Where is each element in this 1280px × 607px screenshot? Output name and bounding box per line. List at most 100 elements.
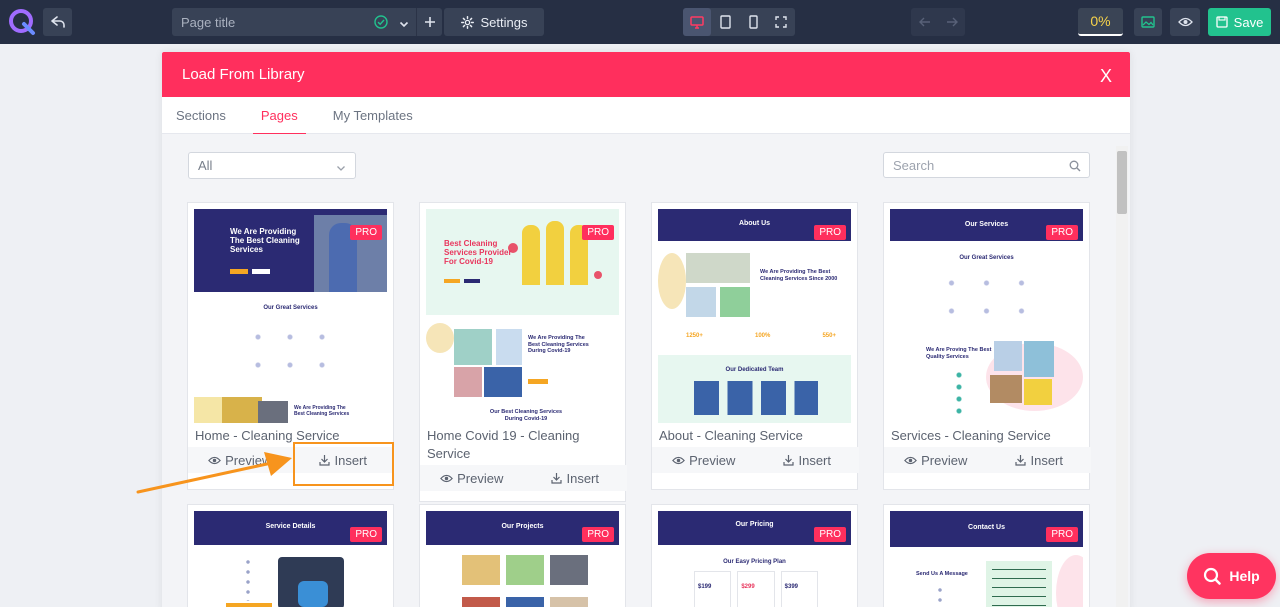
thumbnail-section-title: We Are Providing The Best Cleaning Servi… — [528, 335, 589, 354]
pro-badge: PRO — [582, 527, 614, 542]
thumbnail-section2-title: We Are Proving The Best Quality Services — [926, 347, 992, 360]
thumbnail-pricing: $199 $299 $399 — [694, 571, 818, 607]
add-page-button[interactable] — [416, 8, 442, 36]
template-name: About - Cleaning Service — [659, 428, 803, 443]
tab-my-templates[interactable]: My Templates — [325, 97, 421, 134]
undo-arrow-icon[interactable] — [911, 8, 938, 36]
library-modal: Load From Library X Sections Pages My Te… — [162, 52, 1130, 607]
fullscreen-icon[interactable] — [767, 8, 795, 36]
scrollbar-thumb[interactable] — [1117, 151, 1127, 214]
modal-title: Load From Library — [182, 66, 305, 83]
tab-sections[interactable]: Sections — [168, 97, 234, 134]
template-thumbnail[interactable]: About Us PRO We Are Providing The Best C… — [658, 209, 851, 423]
save-label: Save — [1233, 14, 1264, 30]
template-search-field[interactable] — [883, 152, 1090, 178]
insert-button[interactable]: Insert — [988, 447, 1092, 473]
preview-eye-icon[interactable] — [1170, 8, 1200, 36]
template-name: Services - Cleaning Service — [891, 428, 1051, 443]
eye-icon — [904, 456, 918, 464]
image-icon[interactable] — [1134, 8, 1162, 36]
highlight-box — [293, 442, 394, 486]
thumbnail-price: $199 — [694, 571, 732, 607]
template-thumbnail[interactable]: Our Pricing PRO Our Easy Pricing Plan $1… — [658, 511, 851, 607]
template-thumbnail[interactable]: Our Services PRO Our Great Services We A… — [890, 209, 1083, 423]
tab-pages[interactable]: Pages — [252, 97, 306, 135]
preview-button[interactable]: Preview — [884, 447, 988, 473]
back-icon[interactable] — [43, 8, 72, 36]
close-icon[interactable]: X — [1100, 66, 1112, 87]
top-toolbar: Settings 0% Save — [0, 0, 1280, 44]
pro-badge: PRO — [1046, 225, 1078, 240]
thumbnail-hero-title: We Are Providing The Best Cleaning Servi… — [230, 227, 300, 254]
insert-label: Insert — [798, 452, 831, 468]
chevron-down-icon[interactable] — [399, 16, 409, 34]
template-thumbnail[interactable]: Best Cleaning Services Provider For Covi… — [426, 209, 619, 423]
app-logo-icon[interactable] — [8, 8, 36, 36]
pro-badge: PRO — [814, 527, 846, 542]
search-icon — [1069, 159, 1081, 177]
template-card: Service Details PRO — [187, 504, 394, 607]
template-card: Contact Us PRO Send Us A Message — [883, 504, 1090, 607]
download-icon — [551, 473, 563, 484]
tablet-icon[interactable] — [711, 8, 739, 36]
redo-arrow-icon[interactable] — [938, 8, 965, 36]
pro-badge: PRO — [350, 225, 382, 240]
plus-icon — [424, 17, 435, 27]
history-buttons — [911, 8, 965, 36]
category-filter-select[interactable]: All — [188, 152, 356, 179]
library-tabs: Sections Pages My Templates — [162, 97, 1130, 135]
template-thumbnail[interactable]: Our Projects PRO — [426, 511, 619, 607]
scrollbar[interactable] — [1116, 146, 1128, 607]
search-input[interactable] — [884, 153, 1089, 177]
thumbnail-section-title: Our Easy Pricing Plan — [723, 559, 786, 565]
thumbnail-section-title: Our Great Services — [959, 255, 1014, 261]
help-button[interactable]: Help — [1187, 553, 1276, 599]
page-title-field[interactable] — [172, 8, 416, 36]
template-thumbnail[interactable]: Contact Us PRO Send Us A Message — [890, 511, 1083, 607]
thumbnail-stat: 550+ — [822, 333, 836, 339]
settings-button[interactable]: Settings — [444, 8, 544, 36]
desktop-icon[interactable] — [683, 8, 711, 36]
card-actions: Preview Insert — [884, 447, 1091, 473]
preview-label: Preview — [457, 470, 504, 486]
template-card: Best Cleaning Services Provider For Covi… — [419, 202, 627, 502]
thumbnail-section2-title: We Are Providing The Best Cleaning Servi… — [294, 405, 350, 417]
thumbnail-price: $399 — [780, 571, 818, 607]
library-grid-area: All We Are Providing The Best Cleaning S… — [162, 134, 1130, 607]
preview-button[interactable]: Preview — [652, 447, 756, 473]
download-icon — [783, 455, 795, 466]
insert-button[interactable]: Insert — [524, 465, 628, 491]
check-circle-icon — [374, 15, 388, 34]
progress-indicator: 0% — [1078, 8, 1123, 36]
thumbnail-price: $299 — [737, 571, 775, 607]
card-actions: Preview Insert — [420, 465, 627, 491]
template-card: About Us PRO We Are Providing The Best C… — [651, 202, 859, 490]
annotation-arrow-icon — [136, 452, 292, 494]
thumbnail-section-title: Our Great Services — [263, 305, 318, 311]
settings-label: Settings — [480, 14, 528, 30]
preview-button[interactable]: Preview — [420, 465, 524, 491]
template-thumbnail[interactable]: Service Details PRO — [194, 511, 387, 607]
thumbnail-stats: 1250+ 100% 550+ — [686, 333, 836, 339]
help-label: Help — [1229, 568, 1260, 584]
template-thumbnail[interactable]: We Are Providing The Best Cleaning Servi… — [194, 209, 387, 423]
pro-badge: PRO — [814, 225, 846, 240]
template-card: Our Services PRO Our Great Services We A… — [883, 202, 1091, 490]
category-filter-value: All — [198, 158, 213, 173]
template-name: Home Covid 19 - Cleaning Service — [427, 428, 580, 461]
thumbnail-section-title: We Are Providing The Best Cleaning Servi… — [760, 269, 838, 282]
chevron-down-icon — [336, 161, 346, 176]
pro-badge: PRO — [1046, 527, 1078, 542]
floppy-icon — [1216, 16, 1228, 28]
insert-button[interactable]: Insert — [756, 447, 860, 473]
thumbnail-hero-title: Best Cleaning Services Provider For Covi… — [444, 239, 512, 266]
save-button[interactable]: Save — [1208, 8, 1271, 36]
device-switcher — [683, 8, 795, 36]
card-actions: Preview Insert — [652, 447, 859, 473]
thumbnail-section2-title: Our Best Cleaning Services During Covid-… — [489, 409, 563, 422]
mobile-icon[interactable] — [739, 8, 767, 36]
template-card: Our Pricing PRO Our Easy Pricing Plan $1… — [651, 504, 858, 607]
gear-icon — [460, 15, 474, 29]
eye-icon — [672, 456, 686, 464]
pro-badge: PRO — [350, 527, 382, 542]
